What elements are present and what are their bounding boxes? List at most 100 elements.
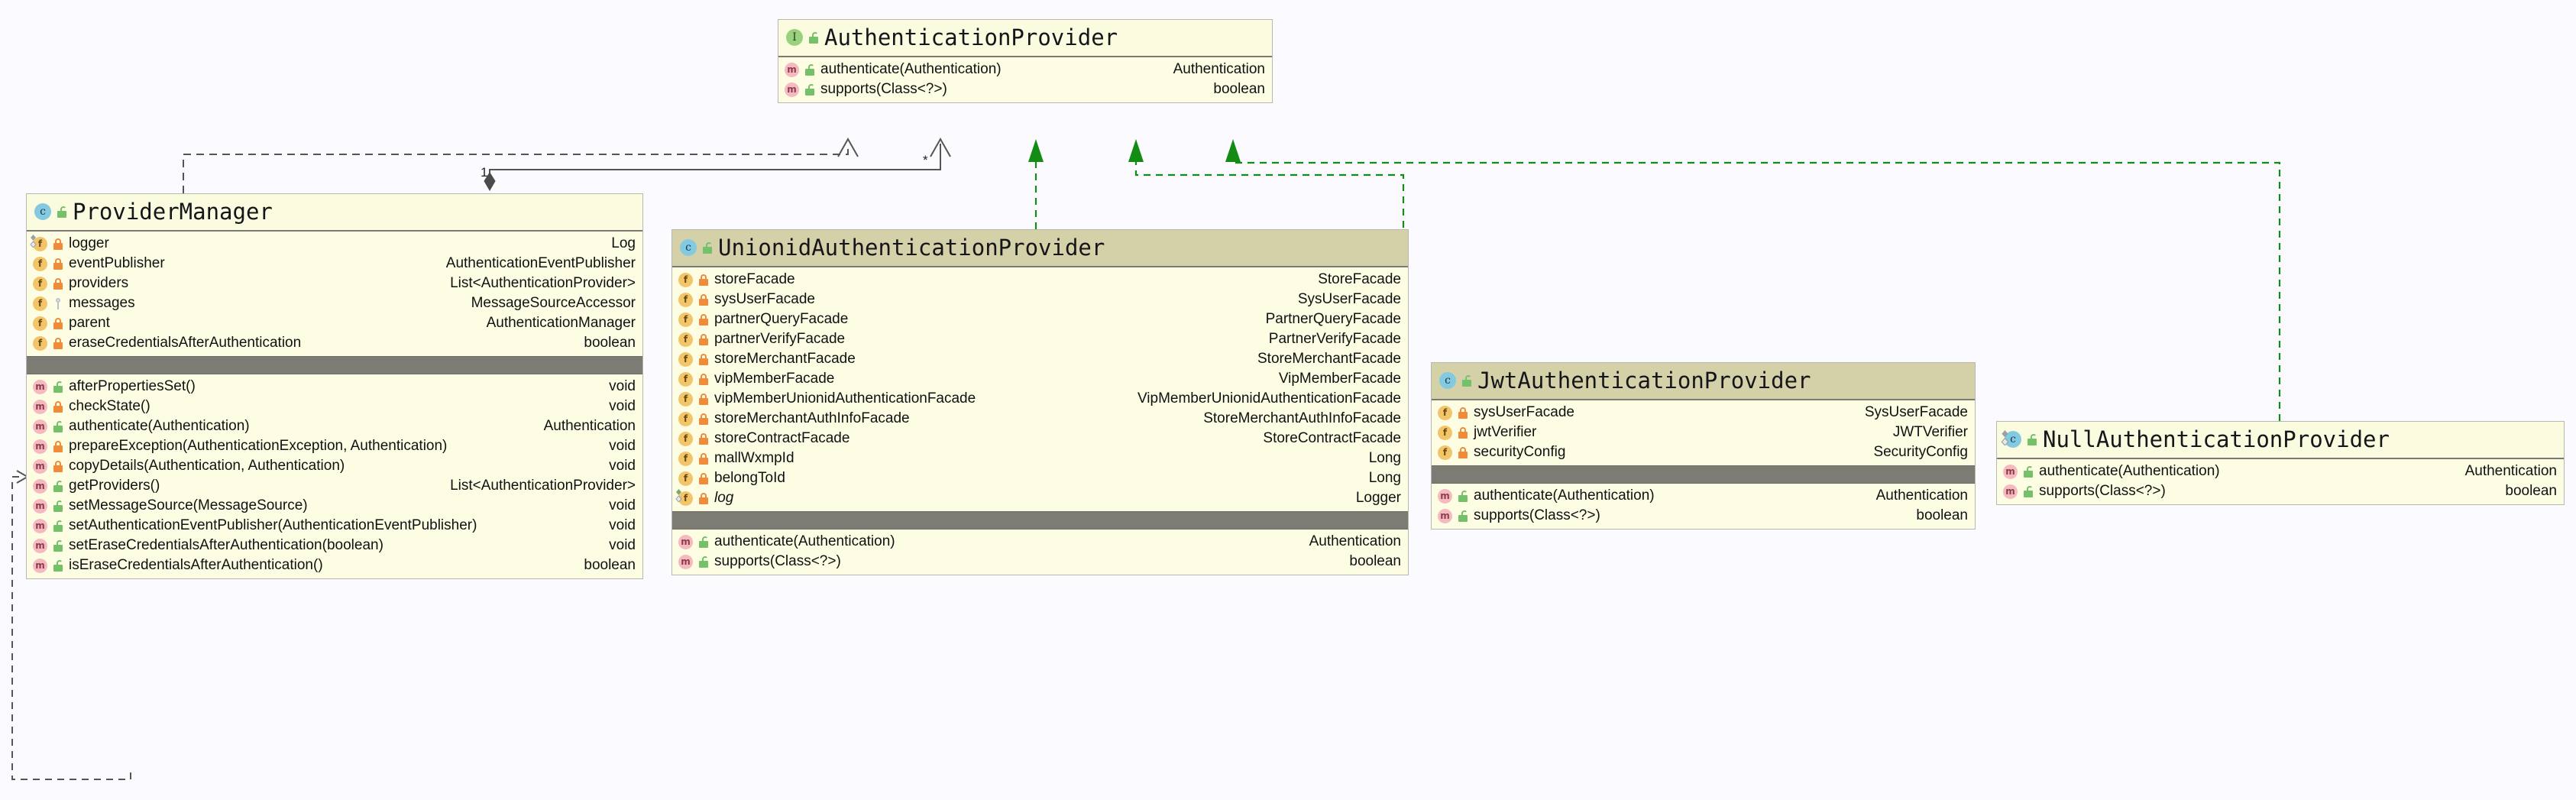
member-name: partnerVerifyFacade [714,331,846,347]
member-type: boolean [1349,553,1401,569]
uml-class-provider-manager[interactable]: c ProviderManager f logger Log f eventPu… [26,193,643,579]
member-row[interactable]: m afterPropertiesSet() void [27,377,642,397]
field-icon: f [33,276,47,291]
member-row[interactable]: f storeFacade StoreFacade [672,270,1408,290]
member-row[interactable]: f eraseCredentialsAfterAuthentication bo… [27,333,642,353]
member-row[interactable]: f vipMemberUnionidAuthenticationFacade V… [672,389,1408,409]
field-icon: f [33,335,47,351]
lock-public-icon [53,420,63,432]
member-row[interactable]: f sysUserFacade SysUserFacade [1432,403,1975,423]
member-name: providers [69,275,129,291]
member-row[interactable]: f securityConfig SecurityConfig [1432,442,1975,462]
member-name: log [714,490,734,506]
member-name: supports(Class<?>) [1474,507,1600,523]
field-icon: f [678,371,693,387]
lock-public-icon [53,559,63,572]
member-name: setMessageSource(MessageSource) [69,497,308,513]
lock-private-icon [698,413,709,425]
member-name: belongToId [714,470,785,486]
member-type: Authentication [2464,463,2557,479]
member-row[interactable]: f partnerQueryFacade PartnerQueryFacade [672,309,1408,329]
lock-public-icon [53,539,63,552]
member-row[interactable]: m authenticate(Authentication) Authentic… [27,416,642,436]
uml-class-jwt-authentication-provider[interactable]: c JwtAuthenticationProvider f sysUserFac… [1431,362,1976,530]
member-type: PartnerQueryFacade [1265,311,1401,327]
member-row[interactable]: m copyDetails(Authentication, Authentica… [27,456,642,476]
lock-private-icon [53,400,63,413]
member-row[interactable]: m checkState() void [27,397,642,416]
lock-public-icon [53,381,63,393]
member-type: Authentication [1173,61,1265,77]
member-row[interactable]: f jwtVerifier JWTVerifier [1432,423,1975,442]
member-row[interactable]: f storeMerchantAuthInfoFacade StoreMerch… [672,409,1408,429]
member-row[interactable]: f storeMerchantFacade StoreMerchantFacad… [672,349,1408,369]
member-row[interactable]: f providers List<AuthenticationProvider> [27,274,642,293]
member-row[interactable]: m supports(Class<?>) boolean [672,552,1408,572]
member-row[interactable]: f messages MessageSourceAccessor [27,293,642,313]
section-separator [27,356,642,374]
member-name: vipMemberFacade [714,371,835,387]
interface-icon: I [786,29,803,46]
member-row[interactable]: m setAuthenticationEventPublisher(Authen… [27,516,642,536]
member-row[interactable]: m isEraseCredentialsAfterAuthentication(… [27,555,642,575]
member-row[interactable]: m supports(Class<?>) boolean [778,79,1272,99]
member-name: sysUserFacade [1474,404,1574,420]
member-row[interactable]: m authenticate(Authentication) Authentic… [672,532,1408,552]
member-type: void [609,378,636,394]
member-row[interactable]: f belongToId Long [672,468,1408,488]
member-row[interactable]: m supports(Class<?>) boolean [1432,506,1975,526]
methods-section: m authenticate(Authentication) Authentic… [1432,484,1975,529]
member-row[interactable]: m authenticate(Authentication) Authentic… [1997,462,2564,481]
fields-section: f sysUserFacade SysUserFacade f jwtVerif… [1432,400,1975,465]
class-name: JwtAuthenticationProvider [1477,368,1811,394]
member-row[interactable]: f logger Log [27,234,642,254]
member-row[interactable]: m prepareException(AuthenticationExcepti… [27,436,642,456]
method-icon: m [2003,484,2018,499]
member-row[interactable]: m authenticate(Authentication) Authentic… [1432,486,1975,506]
methods-section: m afterPropertiesSet() void m checkState… [27,374,642,578]
member-name: authenticate(Authentication) [820,61,1002,77]
uml-class-null-authentication-provider[interactable]: c NullAuthenticationProvider m authentic… [1996,421,2565,505]
member-type: StoreMerchantFacade [1257,351,1401,367]
member-name: mallWxmpId [714,450,794,466]
member-row[interactable]: f log Logger [672,488,1408,508]
field-icon: f [678,451,693,466]
member-row[interactable]: m supports(Class<?>) boolean [1997,481,2564,501]
member-row[interactable]: f sysUserFacade SysUserFacade [672,290,1408,309]
section-separator [1432,465,1975,484]
uml-class-unionid-authentication-provider[interactable]: c UnionidAuthenticationProvider f storeF… [672,229,1409,575]
lock-public-icon [53,500,63,512]
lock-private-icon [698,393,709,405]
lock-public-icon [804,63,815,76]
member-type: boolean [584,557,636,573]
field-icon: f [1438,425,1452,440]
lock-private-icon [698,333,709,345]
member-type: void [609,537,636,553]
uml-class-authentication-provider[interactable]: I AuthenticationProvider m authenticate(… [778,19,1273,103]
lock-public-icon [804,83,815,96]
member-name: getProviders() [69,478,160,494]
fields-section: f logger Log f eventPublisher Authentica… [27,232,642,356]
member-row[interactable]: f parent AuthenticationManager [27,313,642,333]
member-name: supports(Class<?>) [2039,483,2166,499]
member-row[interactable]: m getProviders() List<AuthenticationProv… [27,476,642,496]
method-icon: m [33,538,47,553]
member-row[interactable]: f mallWxmpId Long [672,449,1408,468]
method-icon: m [33,518,47,533]
member-name: logger [69,235,109,251]
class-name: ProviderManager [73,199,273,225]
field-icon: f [678,431,693,446]
member-row[interactable]: m setEraseCredentialsAfterAuthentication… [27,536,642,555]
field-icon: f [1438,405,1452,420]
member-row[interactable]: f storeContractFacade StoreContractFacad… [672,429,1408,449]
field-icon: f [1438,445,1452,460]
member-row[interactable]: m authenticate(Authentication) Authentic… [778,60,1272,79]
lock-public-icon [53,520,63,532]
lock-private-icon [1458,406,1468,419]
member-row[interactable]: f vipMemberFacade VipMemberFacade [672,369,1408,389]
member-row[interactable]: f partnerVerifyFacade PartnerVerifyFacad… [672,329,1408,349]
member-name: securityConfig [1474,444,1566,460]
member-row[interactable]: m setMessageSource(MessageSource) void [27,496,642,516]
field-icon: f [678,332,693,347]
member-row[interactable]: f eventPublisher AuthenticationEventPubl… [27,254,642,274]
